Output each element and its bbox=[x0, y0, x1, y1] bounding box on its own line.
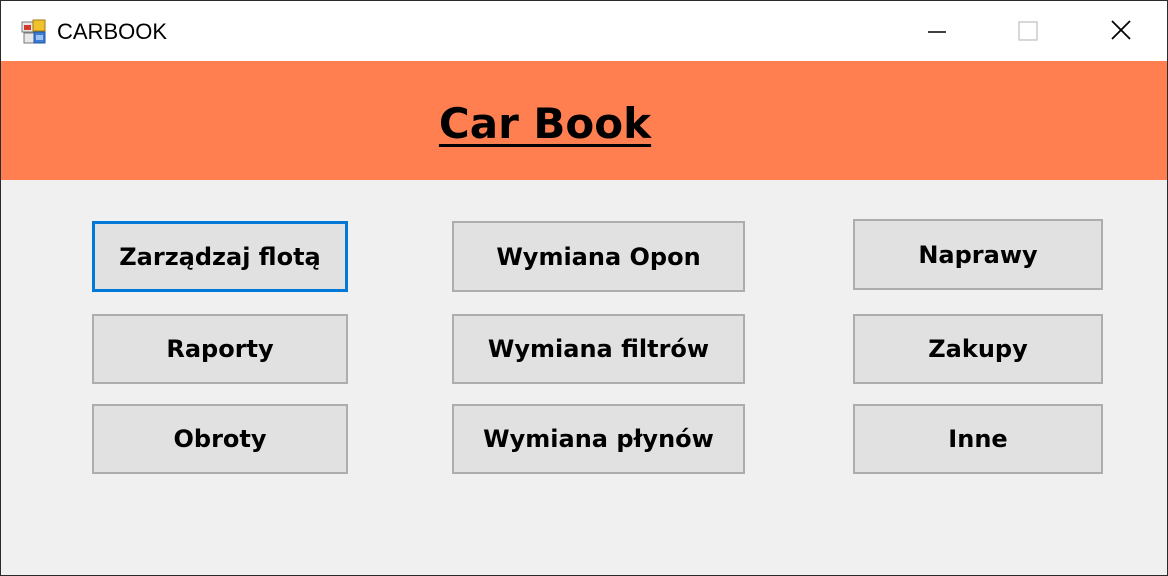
windows-forms-app-icon bbox=[21, 19, 47, 45]
close-icon bbox=[1111, 20, 1131, 40]
page-title: Car Book bbox=[438, 99, 652, 148]
maximize-button[interactable] bbox=[981, 1, 1073, 61]
minimize-icon bbox=[928, 31, 946, 33]
manage-fleet-button[interactable]: Zarządzaj flotą bbox=[92, 221, 348, 292]
fluid-change-button[interactable]: Wymiana płynów bbox=[452, 404, 745, 474]
reports-button[interactable]: Raporty bbox=[92, 314, 348, 384]
repairs-button[interactable]: Naprawy bbox=[853, 219, 1103, 290]
title-bar[interactable]: CARBOOK bbox=[1, 1, 1167, 61]
tire-change-button[interactable]: Wymiana Opon bbox=[452, 221, 745, 292]
maximize-icon bbox=[1018, 21, 1038, 41]
other-button[interactable]: Inne bbox=[853, 404, 1103, 474]
turnover-button[interactable]: Obroty bbox=[92, 404, 348, 474]
carbook-window: CARBOOK Car Book Zarządzaj flotą Wymiana… bbox=[0, 0, 1168, 576]
filter-change-button[interactable]: Wymiana filtrów bbox=[452, 314, 745, 384]
purchases-button[interactable]: Zakupy bbox=[853, 314, 1103, 384]
close-button[interactable] bbox=[1073, 1, 1165, 61]
window-title: CARBOOK bbox=[57, 19, 168, 44]
minimize-button[interactable] bbox=[891, 1, 983, 61]
